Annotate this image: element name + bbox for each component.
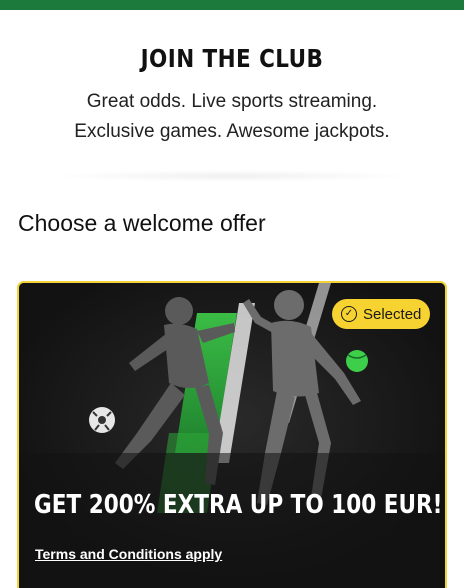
welcome-offer-heading: Choose a welcome offer (18, 210, 266, 236)
tagline-line-1: Great odds. Live sports streaming. (86, 91, 378, 112)
terms-and-conditions-link[interactable]: Terms and Conditions apply (35, 546, 222, 562)
selected-badge-label: Selected (363, 305, 422, 323)
offer-title: GET 200% EXTRA UP TO 100 EUR! (34, 490, 443, 520)
selected-badge: ✓ Selected (332, 299, 430, 329)
welcome-offer-card[interactable]: ✓ Selected GET 200% EXTRA UP TO 100 EUR!… (17, 281, 447, 588)
check-icon: ✓ (341, 306, 357, 322)
brand-top-bar (0, 0, 464, 10)
tagline-line-2: Exclusive games. Awesome jackpots. (74, 121, 390, 142)
page-title: JOIN THE CLUB (140, 44, 324, 73)
header-divider-shadow (52, 170, 412, 182)
